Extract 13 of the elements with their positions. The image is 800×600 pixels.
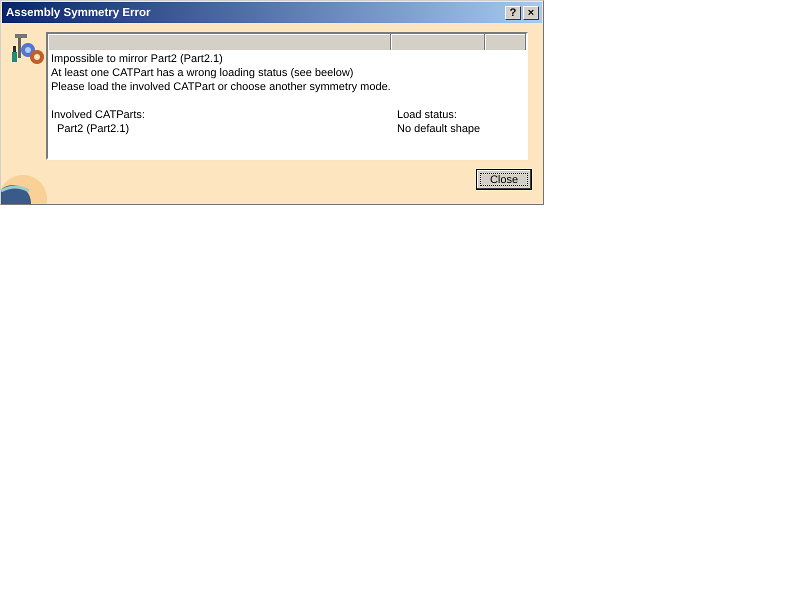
close-window-button[interactable]: × <box>523 6 539 20</box>
load-status: No default shape <box>397 122 482 136</box>
column-heading: Load status: <box>397 108 458 122</box>
message-line: Please load the involved CATPart or choose another symmetry mode. <box>51 80 392 94</box>
help-button[interactable]: ? <box>505 6 521 20</box>
part-name: Part2 (Part2.1) <box>56 122 130 136</box>
tools-gear-icon <box>11 32 45 66</box>
close-button[interactable]: Close <box>476 169 532 190</box>
message-line: Impossible to mirror Part2 (Part2.1) <box>51 52 224 66</box>
column-heading: Involved CATParts: <box>51 108 146 122</box>
column-header[interactable] <box>485 34 526 50</box>
window-title: Assembly Symmetry Error <box>6 6 152 18</box>
message-line: At least one CATPart has a wrong loading status (see beelow) <box>51 66 354 80</box>
